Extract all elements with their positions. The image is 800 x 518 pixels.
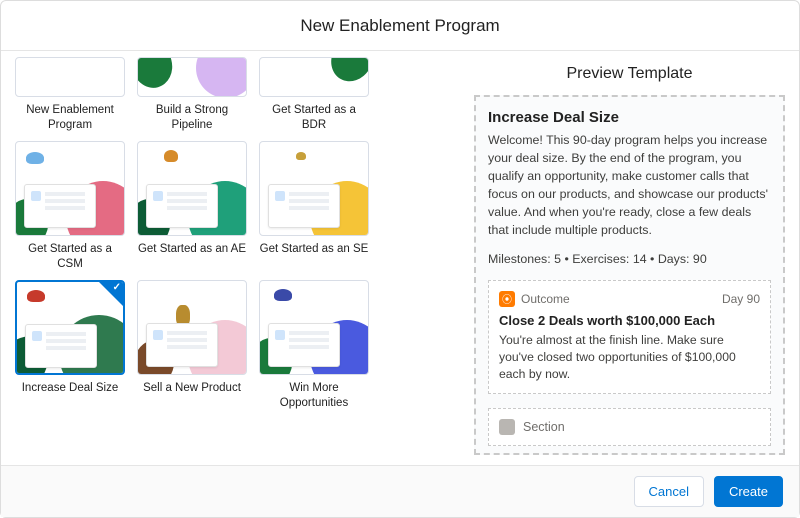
outcome-tag-label: Outcome: [521, 292, 570, 306]
template-card-sell-new-product[interactable]: [137, 280, 247, 375]
selected-check-icon: [99, 282, 123, 306]
template-tile: Sell a New Product: [137, 280, 247, 411]
template-card-bdr[interactable]: [259, 57, 369, 97]
template-label: Win More Opportunities: [259, 381, 369, 411]
template-card-win-more[interactable]: [259, 280, 369, 375]
template-tile: Get Started as a BDR: [259, 57, 369, 133]
template-grid-pane: New Enablement Program Build a Strong Pi…: [1, 51, 459, 465]
modal-body: New Enablement Program Build a Strong Pi…: [1, 51, 799, 465]
template-card-ae[interactable]: [137, 141, 247, 236]
template-tile: Get Started as a CSM: [15, 141, 125, 272]
cancel-button[interactable]: Cancel: [634, 476, 704, 507]
outcome-description: You're almost at the finish line. Make s…: [499, 332, 760, 383]
template-label: Build a Strong Pipeline: [137, 103, 247, 133]
preview-outcome-card: ⦿ Outcome Day 90 Close 2 Deals worth $10…: [488, 280, 771, 394]
template-tile: Build a Strong Pipeline: [137, 57, 247, 133]
template-label: Increase Deal Size: [22, 381, 119, 396]
preview-title: Increase Deal Size: [488, 109, 771, 126]
modal-title: New Enablement Program: [1, 1, 799, 51]
template-tile: Win More Opportunities: [259, 280, 369, 411]
template-tile: Get Started as an SE: [259, 141, 369, 272]
outcome-icon: ⦿: [499, 291, 515, 307]
template-card-se[interactable]: [259, 141, 369, 236]
template-card-new-program[interactable]: [15, 57, 125, 97]
create-button[interactable]: Create: [714, 476, 783, 507]
template-label: Sell a New Product: [143, 381, 241, 396]
template-label: Get Started as an AE: [138, 242, 246, 257]
template-label: New Enablement Program: [15, 103, 125, 133]
preview-pane: Preview Template Increase Deal Size Welc…: [459, 51, 799, 465]
template-card-increase-deal-size[interactable]: [15, 280, 125, 375]
modal-footer: Cancel Create: [1, 465, 799, 517]
template-card-strong-pipeline[interactable]: [137, 57, 247, 97]
outcome-title: Close 2 Deals worth $100,000 Each: [499, 313, 760, 328]
preview-meta: Milestones: 5 • Exercises: 14 • Days: 90: [488, 252, 771, 266]
preview-pane-title: Preview Template: [460, 51, 799, 95]
outcome-day: Day 90: [722, 292, 760, 306]
template-tile: New Enablement Program: [15, 57, 125, 133]
template-tile: Increase Deal Size: [15, 280, 125, 411]
section-label: Section: [523, 420, 565, 434]
template-label: Get Started as a BDR: [259, 103, 369, 133]
preview-description: Welcome! This 90-day program helps you i…: [488, 132, 771, 240]
template-tile: Get Started as an AE: [137, 141, 247, 272]
template-grid: New Enablement Program Build a Strong Pi…: [15, 57, 445, 411]
template-label: Get Started as a CSM: [15, 242, 125, 272]
template-label: Get Started as an SE: [260, 242, 369, 257]
outcome-header: ⦿ Outcome Day 90: [499, 291, 760, 307]
template-card-csm[interactable]: [15, 141, 125, 236]
preview-content: Increase Deal Size Welcome! This 90-day …: [474, 95, 785, 455]
preview-section-card: Section: [488, 408, 771, 446]
section-icon: [499, 419, 515, 435]
